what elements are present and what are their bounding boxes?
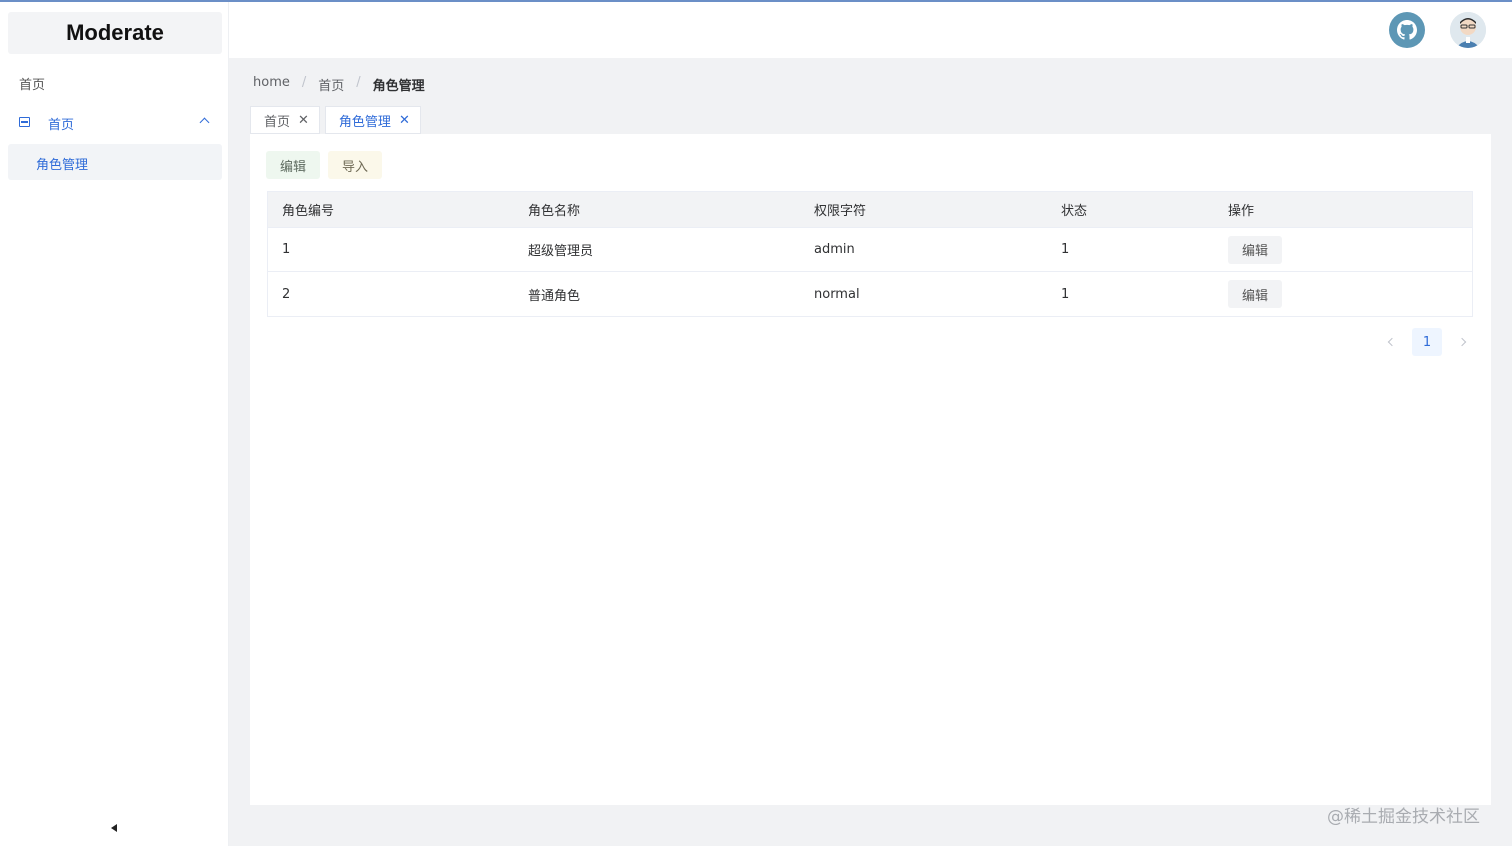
top-header xyxy=(229,2,1512,58)
cell-status: 1 xyxy=(1061,242,1070,257)
tab-role-management[interactable]: 角色管理 ✕ xyxy=(324,106,421,134)
breadcrumb-item-home[interactable]: home xyxy=(253,75,290,94)
tab-bar: 首页 ✕ 角色管理 ✕ xyxy=(250,106,426,134)
menu-grid-icon xyxy=(19,117,30,127)
table-row: 1 超级管理员 admin 1 编辑 xyxy=(268,228,1472,272)
roles-table: 角色编号 角色名称 权限字符 状态 操作 1 超级管理员 admin 1 编辑 … xyxy=(267,191,1473,317)
import-button[interactable]: 导入 xyxy=(328,151,383,179)
cell-role-id: 2 xyxy=(282,286,291,302)
edit-button[interactable]: 编辑 xyxy=(266,151,321,179)
cell-status: 1 xyxy=(1061,286,1070,302)
cell-actions: 编辑 xyxy=(1228,228,1283,271)
tab-label: 角色管理 xyxy=(338,114,391,130)
breadcrumb-item-current: 角色管理 xyxy=(372,79,425,94)
app-logo: Moderate xyxy=(8,12,222,54)
prev-page-button[interactable] xyxy=(1378,328,1406,356)
github-button[interactable] xyxy=(1389,12,1425,48)
cell-actions: 编辑 xyxy=(1228,272,1283,316)
chevron-left-icon xyxy=(1387,337,1397,347)
column-header-permission-key: 权限字符 xyxy=(814,204,867,219)
row-edit-button[interactable]: 编辑 xyxy=(1228,235,1283,264)
sidebar-group-label: 首页 xyxy=(48,118,75,133)
breadcrumb-separator: / xyxy=(301,75,307,90)
avatar-image xyxy=(1450,12,1486,48)
cell-role-name: 超级管理员 xyxy=(528,244,594,259)
github-icon xyxy=(1397,20,1417,40)
chevron-right-icon xyxy=(1457,337,1467,347)
cell-permission-key: normal xyxy=(814,286,860,302)
sidebar-home-label[interactable]: 首页 xyxy=(19,74,45,93)
table-row: 2 普通角色 normal 1 编辑 xyxy=(268,272,1472,316)
watermark: @稀土掘金技术社区 xyxy=(1327,807,1480,827)
chevron-up-icon xyxy=(199,117,210,128)
caret-left-icon[interactable] xyxy=(111,824,117,832)
sidebar-item-role-management[interactable]: 角色管理 xyxy=(8,144,222,180)
sidebar: Moderate 首页 首页 角色管理 xyxy=(0,2,229,846)
column-header-role-name: 角色名称 xyxy=(528,204,581,219)
tab-home[interactable]: 首页 ✕ xyxy=(250,106,320,134)
page-number-current[interactable]: 1 xyxy=(1412,328,1442,356)
pagination: 1 xyxy=(1378,328,1476,356)
main-content: home / 首页 / 角色管理 首页 ✕ 角色管理 ✕ 编辑 导入 角色编号 … xyxy=(229,58,1512,846)
breadcrumb-separator: / xyxy=(356,75,361,90)
sidebar-item-label: 角色管理 xyxy=(36,158,89,173)
column-header-actions: 操作 xyxy=(1228,204,1255,219)
cell-role-name: 普通角色 xyxy=(528,288,581,304)
row-edit-button[interactable]: 编辑 xyxy=(1228,280,1283,308)
breadcrumb-item-first[interactable]: 首页 xyxy=(318,75,344,94)
sidebar-group-home[interactable]: 首页 xyxy=(8,104,222,140)
cell-role-id: 1 xyxy=(282,242,291,257)
close-icon[interactable]: ✕ xyxy=(399,113,410,128)
avatar[interactable] xyxy=(1450,12,1486,48)
tab-label: 首页 xyxy=(264,114,291,130)
breadcrumb: home / 首页 / 角色管理 xyxy=(253,75,425,94)
close-icon[interactable]: ✕ xyxy=(298,113,309,128)
table-header: 角色编号 角色名称 权限字符 状态 操作 xyxy=(268,192,1472,228)
content-panel: 编辑 导入 角色编号 角色名称 权限字符 状态 操作 1 超级管理员 admin… xyxy=(250,134,1491,805)
column-header-status: 状态 xyxy=(1061,204,1088,219)
cell-permission-key: admin xyxy=(814,242,855,257)
next-page-button[interactable] xyxy=(1448,328,1476,356)
column-header-role-id: 角色编号 xyxy=(282,204,335,219)
